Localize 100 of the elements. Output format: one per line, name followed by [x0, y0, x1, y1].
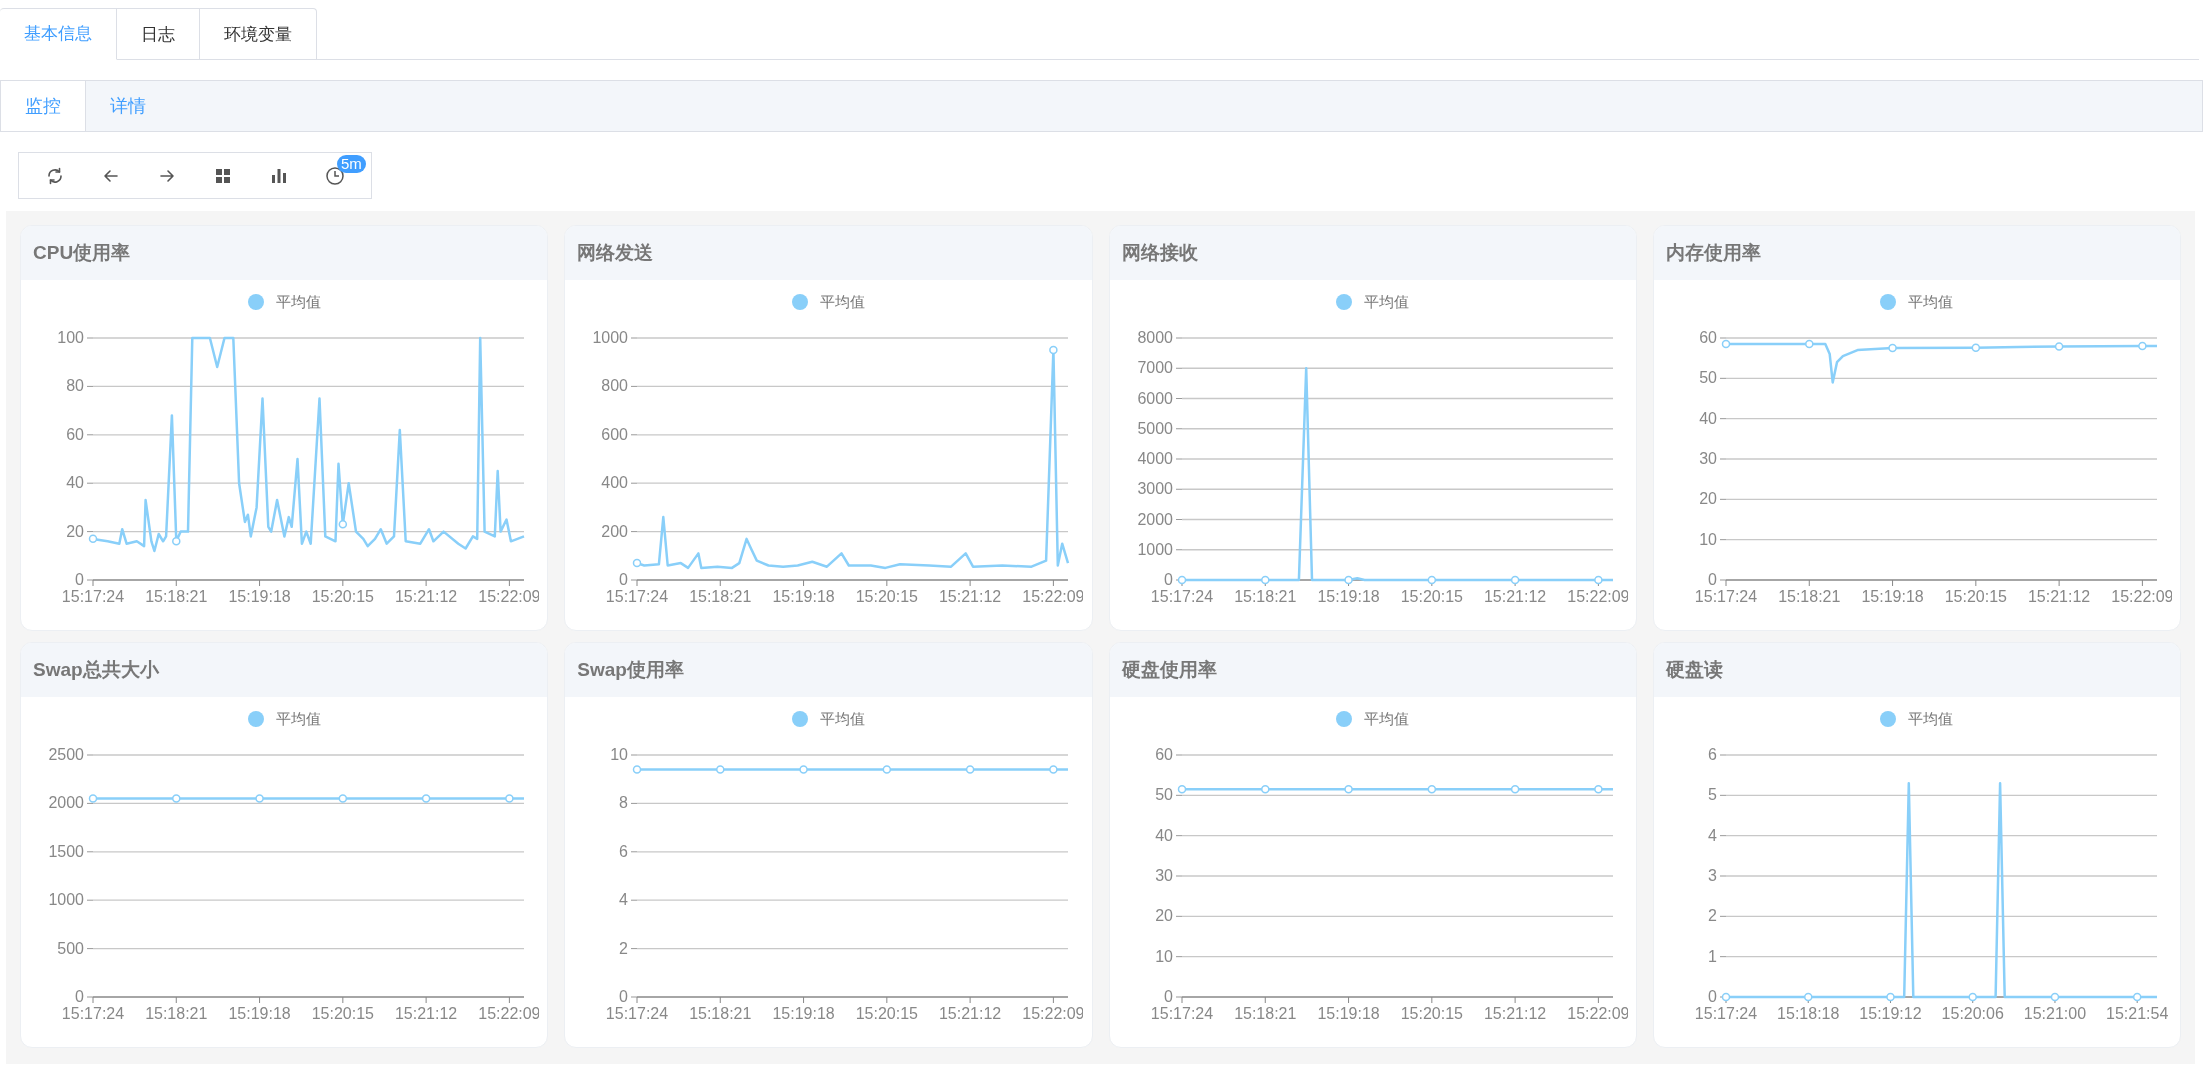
legend-label: 平均值: [1364, 708, 1410, 729]
axis-label: 15:20:15: [311, 588, 375, 605]
axis-label: 200: [601, 522, 629, 540]
axis-label: 2500: [48, 746, 85, 763]
data-point: [88, 794, 98, 803]
legend-label: 平均值: [275, 708, 321, 729]
data-point: [1803, 992, 1813, 1002]
axis-label: 400: [601, 474, 629, 492]
data-point: [1049, 345, 1058, 355]
data-point: [505, 794, 514, 803]
data-point: [1260, 785, 1270, 794]
axis-label: 40: [66, 474, 85, 492]
axis-label: 10: [1699, 530, 1717, 548]
axis-label: 5000: [1137, 419, 1173, 437]
axis-label: 15:22:09: [478, 588, 540, 605]
legend-label: 平均值: [1908, 708, 1954, 729]
axis-label: 15:18:21: [1233, 1005, 1297, 1022]
axis-label: 15:19:18: [772, 1005, 836, 1022]
data-point: [1593, 785, 1603, 794]
data-point: [172, 794, 181, 803]
axis-label: 0: [1707, 571, 1717, 588]
tab[interactable]: 环境变量: [200, 8, 317, 60]
axis-label: 2: [1707, 907, 1717, 925]
axis-label: 15:21:12: [395, 588, 458, 605]
axis-label: 15:19:12: [1859, 1005, 1922, 1022]
data-point: [338, 520, 348, 529]
axis-label: 15:18:21: [689, 588, 752, 605]
data-point: [172, 537, 181, 546]
axis-label: 15:22:09: [1566, 588, 1628, 605]
tab[interactable]: 日志: [117, 8, 200, 60]
axis-label: 15:21:12: [1483, 588, 1546, 605]
axis-label: 1: [1707, 947, 1717, 965]
axis-label: 15:21:12: [939, 1005, 1002, 1022]
axis-label: 15:20:15: [856, 588, 919, 605]
axis-label: 60: [1154, 746, 1173, 763]
data-point: [633, 558, 642, 568]
axis-label: 15:17:24: [62, 588, 125, 605]
axis-label: 60: [1699, 329, 1717, 346]
axis-label: 15:22:09: [2111, 588, 2172, 605]
axis-label: 15:19:18: [1317, 1005, 1380, 1022]
axis-label: 15:20:15: [1944, 588, 2007, 605]
tab[interactable]: 监控: [1, 81, 86, 131]
axis-label: 8000: [1137, 329, 1173, 346]
axis-label: 30: [1154, 867, 1173, 884]
data-point: [716, 765, 725, 774]
axis-label: 15:22:09: [1022, 588, 1084, 605]
interval-button[interactable]: 5m: [307, 153, 363, 198]
card-title: 内存使用率: [1665, 240, 1761, 265]
data-point: [1968, 992, 1977, 1002]
axis-label: 15:17:24: [606, 1005, 669, 1022]
axis-label: 8: [619, 794, 629, 812]
axis-label: 50: [1154, 786, 1173, 804]
axis-label: 15:22:09: [1566, 1005, 1628, 1022]
axis-label: 15:17:24: [606, 588, 669, 605]
data-point: [2050, 992, 2060, 1002]
axis-label: 60: [66, 425, 85, 443]
card-title: CPU使用率: [33, 240, 131, 265]
data-point: [1971, 343, 1980, 352]
axis-label: 0: [619, 571, 629, 588]
axis-label: 15:22:09: [478, 1005, 540, 1022]
data-point: [1593, 575, 1603, 585]
axis-label: 0: [619, 988, 629, 1005]
data-point: [422, 794, 431, 803]
axis-label: 20: [1154, 907, 1173, 925]
tab[interactable]: 详情: [86, 81, 170, 131]
axis-label: 15:19:18: [772, 588, 836, 605]
axis-label: 6000: [1137, 389, 1173, 407]
axis-label: 15:18:21: [145, 1005, 208, 1022]
axis-label: 15:21:12: [395, 1005, 458, 1022]
data-point: [1886, 992, 1895, 1002]
axis-label: 0: [1707, 988, 1717, 1005]
axis-label: 0: [75, 571, 85, 588]
axis-label: 15:18:21: [689, 1005, 752, 1022]
axis-label: 15:18:21: [1233, 588, 1297, 605]
axis-label: 100: [57, 329, 85, 346]
data-point: [1177, 785, 1186, 794]
axis-label: 15:17:24: [1150, 588, 1213, 605]
axis-label: 15:20:15: [1400, 588, 1463, 605]
data-point: [1260, 575, 1270, 585]
legend-label: 平均值: [1364, 291, 1410, 312]
axis-label: 15:17:24: [1150, 1005, 1213, 1022]
data-point: [1177, 575, 1186, 585]
axis-label: 15:19:18: [228, 1005, 291, 1022]
axis-label: 20: [66, 522, 85, 540]
tab[interactable]: 基本信息: [0, 8, 117, 60]
axis-label: 15:18:21: [145, 588, 208, 605]
axis-label: 15:20:15: [311, 1005, 375, 1022]
axis-label: 15:18:21: [1778, 588, 1841, 605]
data-point: [799, 765, 809, 774]
axis-label: 1000: [48, 891, 85, 909]
card-title: 硬盘使用率: [1121, 657, 1217, 682]
interval-badge: 5m: [337, 155, 366, 173]
data-point: [966, 765, 975, 774]
data-point: [255, 794, 264, 803]
data-point: [2138, 341, 2147, 351]
legend-label: 平均值: [819, 708, 865, 729]
axis-label: 10: [610, 746, 629, 763]
axis-label: 6: [1707, 746, 1717, 763]
axis-label: 40: [1154, 826, 1173, 844]
card-title: 网络接收: [1121, 240, 1198, 265]
